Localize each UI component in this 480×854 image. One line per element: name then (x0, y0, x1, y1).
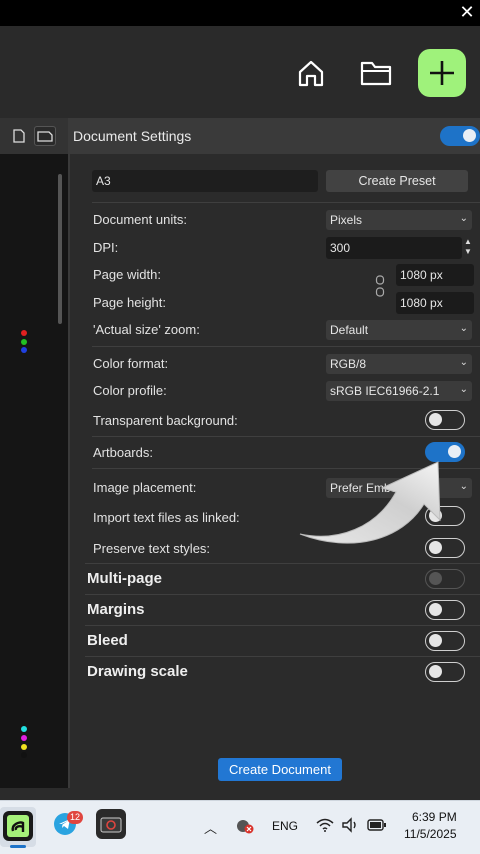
preset-sidebar (0, 118, 68, 788)
portrait-tab[interactable] (8, 126, 30, 146)
transparent-background-toggle[interactable] (425, 410, 465, 430)
color-dot-blue (21, 347, 27, 353)
landscape-tab[interactable] (34, 126, 56, 146)
camera-icon (100, 817, 122, 833)
clock-date[interactable]: 11/5/2025 (404, 827, 457, 841)
panel-header: Document Settings (68, 118, 480, 154)
volume-icon[interactable] (341, 817, 359, 833)
color-dot-magenta (21, 735, 27, 741)
actual-size-zoom-select[interactable]: Default ⌄ (326, 320, 472, 340)
affinity-app-button[interactable] (3, 811, 33, 841)
color-dot-green (21, 339, 27, 345)
create-preset-button[interactable]: Create Preset (326, 170, 468, 192)
document-settings-toggle[interactable] (440, 126, 480, 146)
document-settings-panel: Document Settings A3 Create Preset Docum… (68, 118, 480, 788)
transparent-background-label: Transparent background: (93, 413, 238, 428)
page-width-field[interactable]: 1080 px (396, 264, 474, 286)
document-units-value: Pixels (330, 213, 363, 227)
pointer-arrow-icon (299, 461, 441, 544)
preset-name-field[interactable]: A3 (92, 170, 318, 192)
color-profile-select[interactable]: sRGB IEC61966-2.1 ⌄ (326, 381, 472, 401)
color-dot-red (21, 330, 27, 336)
multi-page-label: Multi-page (87, 570, 162, 587)
close-button[interactable]: ✕ (458, 2, 476, 22)
divider (85, 563, 480, 564)
landscape-page-icon (37, 131, 53, 142)
title-strip: ✕ (0, 0, 480, 26)
affinity-logo-icon (7, 815, 29, 837)
plus-icon (430, 61, 454, 85)
color-format-value: RGB/8 (330, 357, 367, 371)
color-profile-label: Color profile: (93, 383, 167, 398)
clock-time[interactable]: 6:39 PM (412, 810, 457, 824)
color-profile-value: sRGB IEC61966-2.1 (330, 384, 440, 398)
folder-icon (360, 61, 392, 86)
sidebar-scrollbar[interactable] (58, 174, 62, 324)
bleed-label: Bleed (87, 632, 128, 649)
divider (92, 346, 480, 347)
drawing-scale-toggle[interactable] (425, 662, 465, 682)
margins-toggle[interactable] (425, 600, 465, 620)
document-units-label: Document units: (93, 212, 187, 227)
chevron-down-icon: ⌄ (459, 213, 468, 224)
artboards-label: Artboards: (93, 445, 153, 460)
open-folder-button[interactable] (352, 49, 400, 97)
page-height-field[interactable]: 1080 px (396, 292, 474, 314)
divider (85, 594, 480, 595)
chevron-up-icon[interactable]: ︿ (204, 818, 217, 837)
portrait-page-icon (13, 129, 25, 143)
security-warning-icon[interactable] (235, 818, 255, 834)
dpi-label: DPI: (93, 240, 119, 255)
color-format-select[interactable]: RGB/8 ⌄ (326, 354, 472, 374)
color-dot-black (21, 752, 27, 758)
multi-page-toggle[interactable] (425, 569, 465, 589)
taskbar: 12 ︿ ENG 6:39 PM 11/5/2025 (0, 800, 480, 854)
preserve-text-styles-label: Preserve text styles: (93, 541, 211, 556)
camera-app-button[interactable] (96, 809, 126, 839)
app-header (0, 26, 480, 118)
margins-label: Margins (87, 601, 145, 618)
home-button[interactable] (287, 49, 335, 97)
new-document-button[interactable] (418, 49, 466, 97)
bleed-toggle[interactable] (425, 631, 465, 651)
home-icon (298, 60, 324, 87)
drawing-scale-label: Drawing scale (87, 663, 188, 680)
panel-title: Document Settings (73, 128, 192, 144)
wifi-icon[interactable] (316, 817, 334, 833)
create-document-button[interactable]: Create Document (218, 758, 342, 781)
chevron-down-icon: ⌄ (459, 323, 468, 334)
dpi-field[interactable]: 300 (326, 237, 462, 259)
divider (85, 625, 480, 626)
divider (92, 202, 480, 203)
document-units-select[interactable]: Pixels ⌄ (326, 210, 472, 230)
image-placement-label: Image placement: (93, 480, 197, 495)
divider (92, 436, 480, 437)
page-width-label: Page width: (93, 267, 161, 282)
dpi-stepper[interactable]: ▲ ▼ (462, 237, 474, 259)
page-height-label: Page height: (93, 295, 167, 310)
orientation-tabs (0, 118, 68, 154)
telegram-badge: 12 (67, 811, 84, 824)
color-format-label: Color format: (93, 356, 169, 371)
divider (85, 656, 480, 657)
battery-icon[interactable] (367, 819, 387, 831)
link-dimensions-icon[interactable] (375, 275, 385, 297)
chevron-down-icon: ⌄ (459, 357, 468, 368)
color-dot-cyan (21, 726, 27, 732)
actual-size-zoom-label: 'Actual size' zoom: (93, 322, 200, 337)
language-indicator[interactable]: ENG (272, 819, 298, 833)
color-dot-yellow (21, 744, 27, 750)
chevron-down-icon: ⌄ (459, 384, 468, 395)
actual-size-zoom-value: Default (330, 323, 369, 337)
active-indicator (10, 845, 26, 848)
import-text-linked-label: Import text files as linked: (93, 510, 240, 525)
chevron-down-icon: ⌄ (459, 481, 468, 492)
